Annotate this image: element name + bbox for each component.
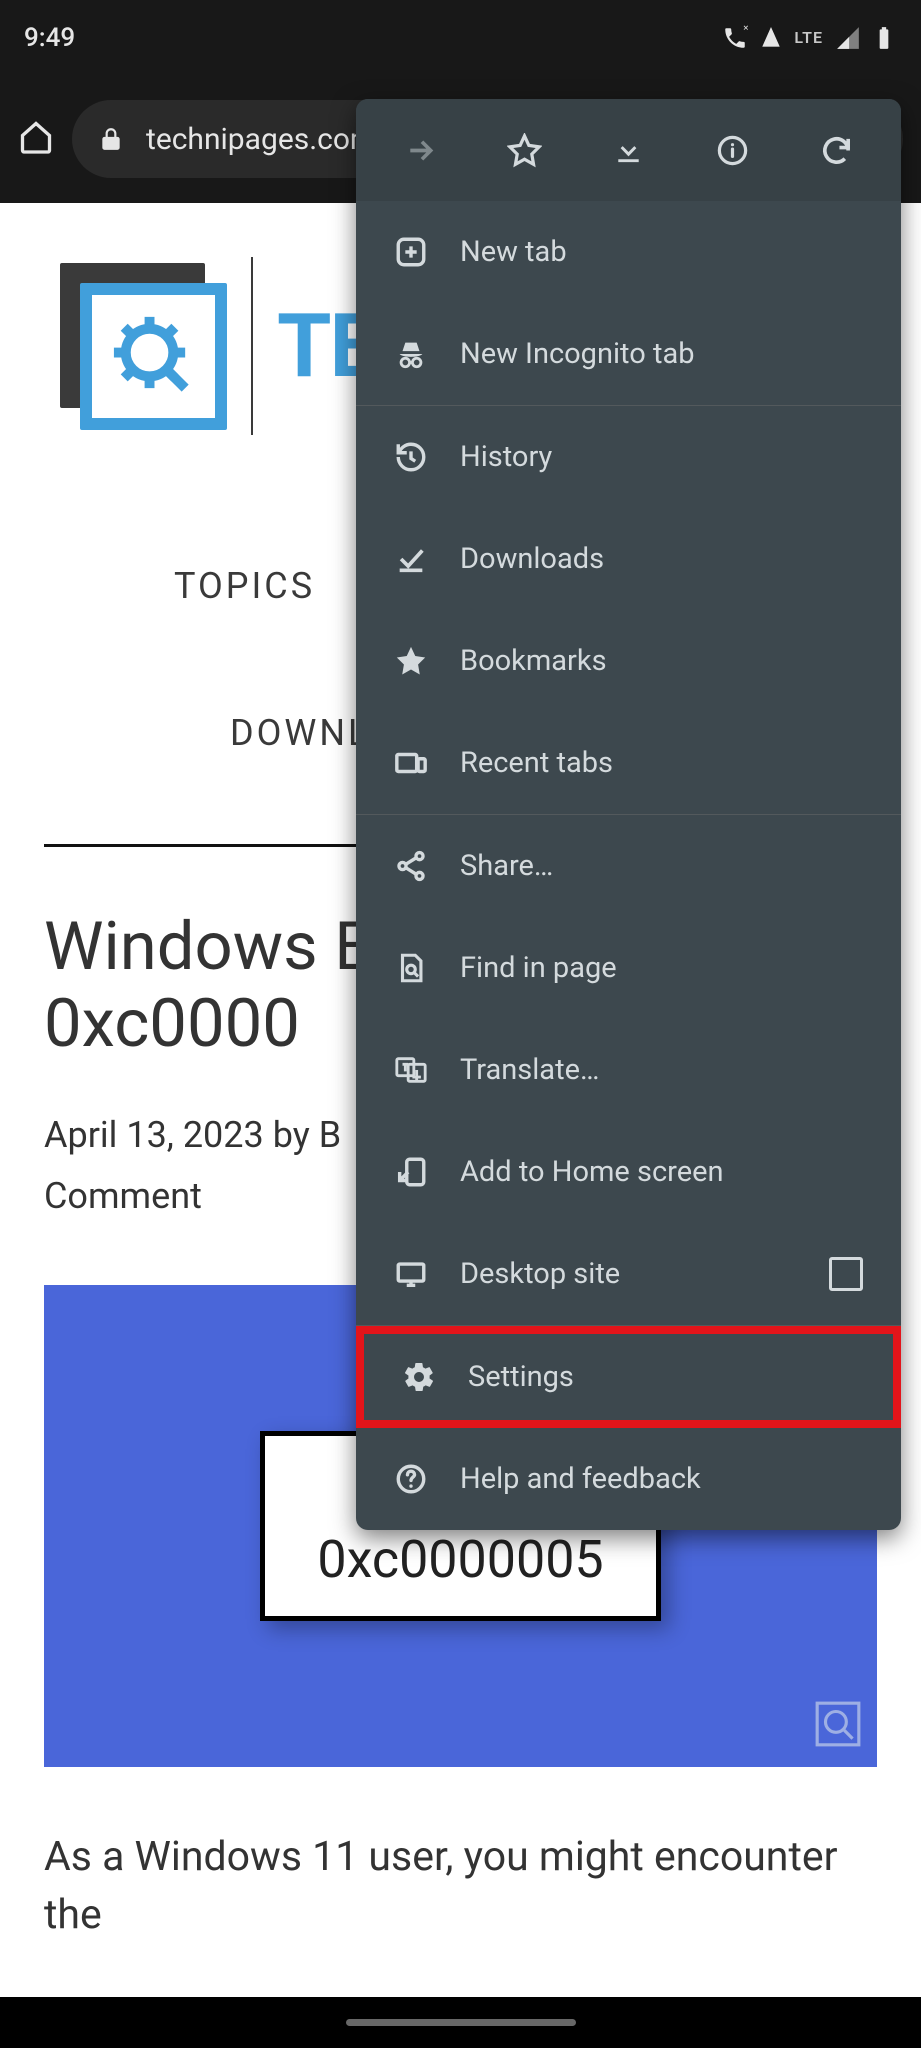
- add-home-icon: [394, 1155, 428, 1189]
- wifi-calling-icon: [722, 25, 748, 51]
- site-logo[interactable]: [60, 263, 227, 430]
- signal-icon: [835, 25, 861, 51]
- plus-square-icon: [394, 235, 428, 269]
- status-time: 9:49: [24, 23, 75, 53]
- article-author[interactable]: B: [319, 1114, 341, 1156]
- reload-button[interactable]: [805, 133, 869, 168]
- menu-recent-tabs[interactable]: Recent tabs: [356, 712, 901, 814]
- bookmark-button[interactable]: [492, 133, 556, 168]
- location-icon: [758, 25, 784, 51]
- share-icon: [394, 849, 428, 883]
- desktop-icon: [394, 1257, 428, 1291]
- url-text: technipages.com: [146, 122, 376, 157]
- menu-desktop-site[interactable]: Desktop site: [356, 1223, 901, 1325]
- status-bar: 9:49 LTE: [0, 0, 921, 75]
- nav-pill[interactable]: [346, 2019, 576, 2026]
- help-icon: [394, 1462, 428, 1496]
- info-button[interactable]: [701, 133, 765, 168]
- gear-magnify-icon: [106, 309, 201, 404]
- menu-history[interactable]: History: [356, 406, 901, 508]
- chrome-overflow-menu: New tab New Incognito tab History Downlo…: [356, 99, 901, 1530]
- menu-bookmarks[interactable]: Bookmarks: [356, 610, 901, 712]
- download-button[interactable]: [596, 133, 660, 168]
- menu-find-in-page[interactable]: Find in page: [356, 917, 901, 1019]
- watermark-icon: [813, 1699, 863, 1753]
- system-nav-bar: [0, 1997, 921, 2048]
- menu-new-incognito[interactable]: New Incognito tab: [356, 303, 901, 405]
- done-underline-icon: [394, 542, 428, 576]
- lock-icon: [98, 126, 124, 152]
- battery-icon: [871, 25, 897, 51]
- menu-help-feedback[interactable]: Help and feedback: [356, 1428, 901, 1530]
- incognito-icon: [394, 337, 428, 371]
- forward-button[interactable]: [388, 133, 452, 168]
- home-button[interactable]: [18, 119, 54, 159]
- menu-add-home-screen[interactable]: Add to Home screen: [356, 1121, 901, 1223]
- article-date: April 13, 2023: [44, 1114, 264, 1156]
- lte-label: LTE: [794, 28, 823, 47]
- menu-downloads[interactable]: Downloads: [356, 508, 901, 610]
- devices-icon: [394, 746, 428, 780]
- menu-new-tab[interactable]: New tab: [356, 201, 901, 303]
- status-icons: LTE: [722, 25, 897, 51]
- article-body: As a Windows 11 user, you might encounte…: [0, 1767, 921, 1944]
- desktop-site-checkbox[interactable]: [829, 1257, 863, 1291]
- comment-link[interactable]: Comment: [44, 1175, 202, 1217]
- menu-settings[interactable]: Settings: [356, 1326, 901, 1428]
- menu-top-row: [356, 99, 901, 201]
- menu-translate[interactable]: Translate…: [356, 1019, 901, 1121]
- gear-icon: [402, 1360, 436, 1394]
- history-icon: [394, 440, 428, 474]
- star-filled-icon: [394, 644, 428, 678]
- logo-divider: [251, 257, 253, 435]
- menu-share[interactable]: Share…: [356, 815, 901, 917]
- find-in-page-icon: [394, 951, 428, 985]
- error-code: 0xc0000005: [317, 1529, 603, 1590]
- translate-icon: [394, 1053, 428, 1087]
